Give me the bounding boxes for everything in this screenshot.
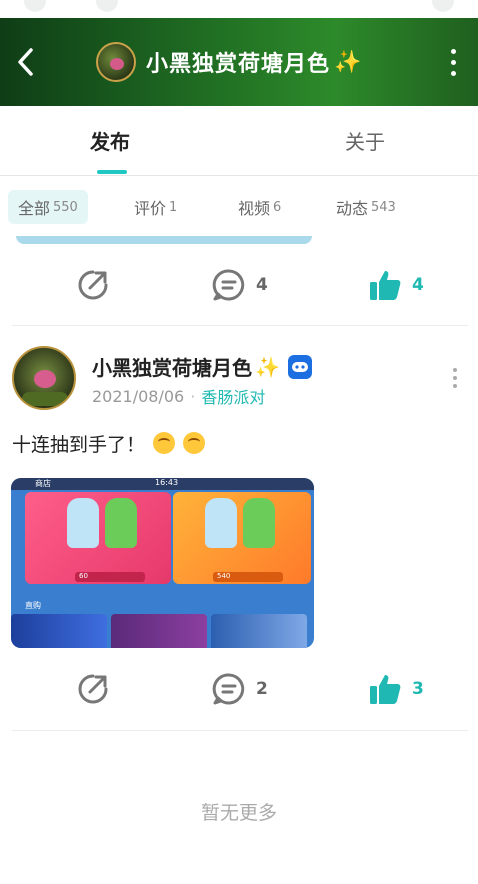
avatar[interactable]: [12, 346, 76, 410]
post-text: 十连抽到手了！: [12, 430, 206, 457]
filter-count: 6: [273, 199, 282, 215]
character-figure: [105, 498, 137, 548]
back-button[interactable]: [6, 40, 46, 84]
profile-header: 小黑独赏荷塘月色 ✨: [0, 18, 478, 106]
upside-down-face-icon: [183, 432, 206, 454]
header-profile: 小黑独赏荷塘月色 ✨: [96, 40, 361, 84]
image-tile: [11, 614, 107, 648]
post-date: 2021/08/06: [92, 386, 185, 406]
post-image[interactable]: 商店 16:43 60 540 直购: [11, 478, 314, 648]
image-section-label: 直购: [25, 601, 41, 610]
post-actions: 2 3: [0, 664, 478, 714]
image-time: 16:43: [155, 478, 179, 487]
tab-indicator: [97, 170, 127, 174]
filter-count: 550: [53, 199, 78, 215]
upside-down-face-icon: [153, 432, 176, 454]
filter-moments[interactable]: 动态 543: [336, 190, 396, 224]
post-group-link[interactable]: 香肠派对: [201, 384, 265, 408]
image-store-label: 商店: [35, 479, 51, 488]
status-icon: [432, 0, 454, 12]
filter-label: 全部: [18, 199, 51, 218]
image-price: 540: [213, 572, 283, 582]
filter-reviews[interactable]: 评价 1: [134, 190, 177, 224]
image-tile: [111, 614, 207, 648]
character-figure: [67, 498, 99, 548]
image-price: 60: [75, 572, 145, 582]
like-count: 3: [412, 679, 424, 699]
comment-button[interactable]: 2: [212, 672, 268, 706]
sparkle-icon: ✨: [334, 49, 362, 75]
tab-about[interactable]: 关于: [345, 126, 385, 155]
filter-label: 动态: [336, 199, 369, 218]
comment-icon: [212, 269, 245, 301]
author-line: 小黑独赏荷塘月色 ✨: [92, 352, 312, 381]
filter-count: 1: [169, 199, 178, 215]
like-button[interactable]: 4: [368, 268, 424, 302]
post-text-content: 十连抽到手了！: [12, 434, 146, 456]
comment-icon: [212, 673, 245, 705]
share-icon: [78, 674, 108, 704]
share-icon: [78, 270, 108, 300]
image-card: 60: [25, 492, 171, 584]
share-button[interactable]: [76, 268, 110, 302]
image-card: 540: [173, 492, 311, 584]
header-avatar[interactable]: [96, 42, 136, 82]
tab-publish[interactable]: 发布: [90, 126, 130, 155]
image-tile: [211, 614, 307, 648]
post-meta: 2021/08/06 · 香肠派对: [92, 384, 265, 408]
filter-count: 543: [371, 199, 396, 215]
more-vertical-icon: [453, 368, 457, 372]
sparkle-icon: ✨: [255, 354, 280, 379]
post-more-button[interactable]: [453, 368, 457, 388]
share-button[interactable]: [76, 672, 110, 706]
filter-bar: 全部 550 评价 1 视频 6 动态 543: [0, 176, 478, 238]
more-vertical-icon: [450, 48, 456, 54]
divider: [12, 730, 468, 731]
character-figure: [243, 498, 275, 548]
main-tabs: 发布 关于: [0, 106, 478, 176]
like-icon: [370, 271, 401, 300]
more-button[interactable]: [438, 40, 468, 84]
status-bar: [0, 0, 478, 18]
author-name[interactable]: 小黑独赏荷塘月色: [92, 352, 252, 381]
image-topbar: 商店 16:43: [11, 478, 314, 490]
like-count: 4: [412, 275, 424, 295]
header-title: 小黑独赏荷塘月色: [146, 52, 331, 77]
filter-label: 评价: [134, 199, 167, 218]
previous-post-actions: 4 4: [0, 260, 478, 310]
filter-all[interactable]: 全部 550: [8, 190, 88, 224]
status-icon: [24, 0, 46, 12]
back-icon: [18, 48, 33, 76]
comment-count: 4: [256, 275, 268, 295]
game-badge-icon[interactable]: [287, 354, 312, 379]
previous-post-image[interactable]: [16, 236, 312, 244]
like-icon: [370, 675, 401, 704]
filter-videos[interactable]: 视频 6: [238, 190, 281, 224]
filter-label: 视频: [238, 199, 271, 218]
comment-count: 2: [256, 679, 268, 699]
status-icon: [96, 0, 118, 12]
no-more-text: 暂无更多: [200, 802, 277, 824]
meta-separator: ·: [190, 386, 196, 406]
comment-button[interactable]: 4: [212, 268, 268, 302]
like-button[interactable]: 3: [368, 672, 424, 706]
divider: [12, 325, 468, 326]
character-figure: [205, 498, 237, 548]
